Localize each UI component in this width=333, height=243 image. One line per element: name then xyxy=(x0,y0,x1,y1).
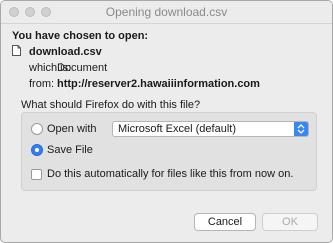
open-with-label[interactable]: Open with xyxy=(47,123,97,135)
file-name: download.csv xyxy=(29,46,102,58)
save-file-radio[interactable] xyxy=(31,144,43,156)
source-url: http://reserver2.hawaiiinformation.com xyxy=(57,78,260,90)
application-select-value: Microsoft Excel (default) xyxy=(118,123,236,135)
auto-action-label[interactable]: Do this automatically for files like thi… xyxy=(47,168,293,180)
ok-button[interactable]: OK xyxy=(262,213,318,231)
file-type-value: Document xyxy=(57,62,108,74)
document-icon xyxy=(12,45,21,56)
action-question: What should Firefox do with this file? xyxy=(21,99,201,111)
open-with-radio[interactable] xyxy=(31,123,43,135)
application-select[interactable]: Microsoft Excel (default) xyxy=(112,121,309,137)
select-arrows-icon xyxy=(294,122,308,136)
cancel-button[interactable]: Cancel xyxy=(194,213,256,231)
title-bar[interactable]: Opening download.csv xyxy=(1,1,332,24)
auto-action-checkbox[interactable] xyxy=(31,169,42,180)
save-file-label[interactable]: Save File xyxy=(47,144,93,156)
window-title: Opening download.csv xyxy=(105,5,228,19)
from-label: from: xyxy=(29,78,55,90)
dialog-heading: You have chosen to open: xyxy=(12,30,149,42)
download-dialog: Opening download.csv You have chosen to … xyxy=(0,0,333,243)
action-panel: Open with Microsoft Excel (default) Save… xyxy=(21,112,317,191)
